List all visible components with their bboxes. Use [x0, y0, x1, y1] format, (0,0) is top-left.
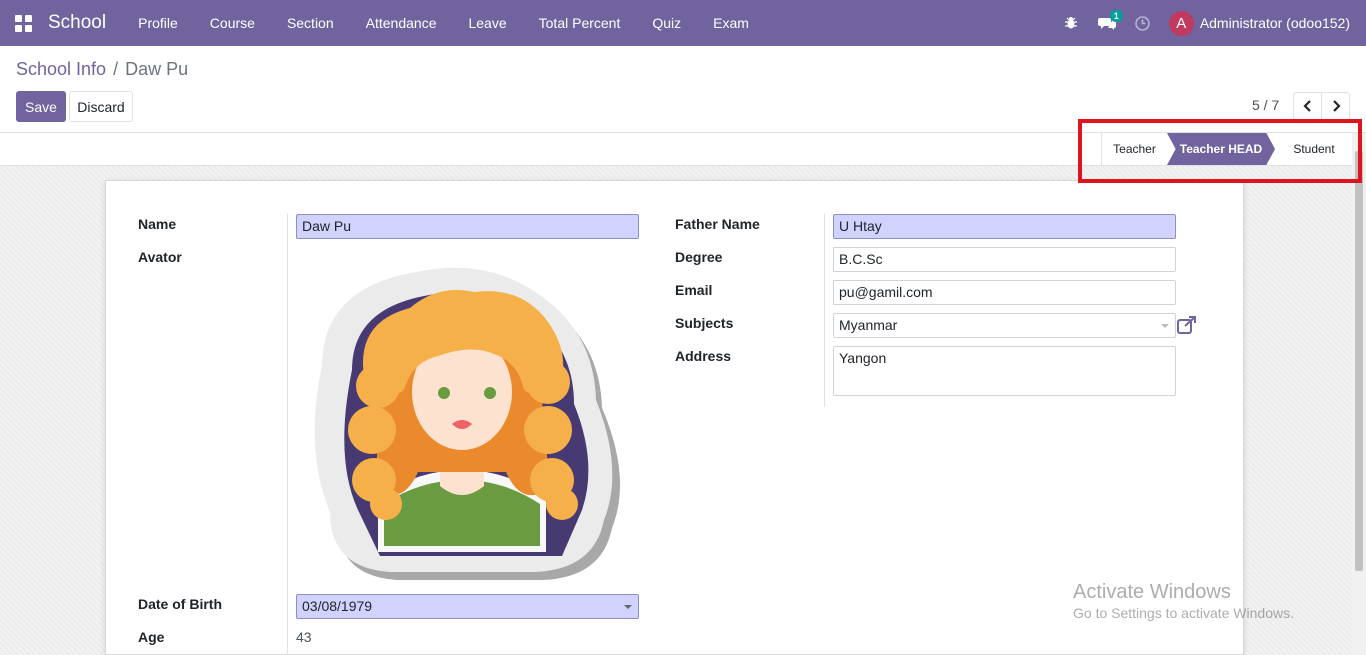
- dropdown-caret-icon: [624, 605, 632, 609]
- menu-section[interactable]: Section: [271, 0, 350, 46]
- address-textarea[interactable]: Yangon: [833, 346, 1176, 396]
- email-label: Email: [675, 282, 713, 298]
- subjects-label: Subjects: [675, 315, 734, 331]
- address-label: Address: [675, 348, 732, 364]
- menu-course[interactable]: Course: [194, 0, 271, 46]
- menu-exam[interactable]: Exam: [697, 0, 765, 46]
- breadcrumb-parent-link[interactable]: School Info: [16, 59, 106, 79]
- right-group-separator: [824, 214, 825, 407]
- user-avatar: A: [1168, 10, 1194, 36]
- breadcrumb-separator: /: [113, 59, 119, 79]
- messages-icon[interactable]: 1: [1089, 0, 1125, 46]
- subjects-value: Myanmar: [839, 317, 898, 333]
- messages-count-badge: 1: [1109, 10, 1123, 22]
- user-menu[interactable]: A Administrator (odoo152): [1161, 10, 1366, 36]
- name-field[interactable]: Daw Pu: [296, 214, 639, 239]
- dob-value: 03/08/1979: [302, 598, 373, 614]
- email-field[interactable]: pu@gamil.com: [833, 280, 1176, 305]
- vertical-scrollbar[interactable]: [1352, 133, 1366, 655]
- chevron-left-icon: [1302, 100, 1311, 112]
- pager-next-button[interactable]: [1321, 92, 1350, 120]
- dob-field[interactable]: 03/08/1979: [296, 594, 639, 619]
- pager-value[interactable]: 5 / 7: [1252, 97, 1279, 113]
- menu-leave[interactable]: Leave: [452, 0, 522, 46]
- degree-label: Degree: [675, 249, 723, 265]
- debug-bug-icon[interactable]: [1053, 0, 1089, 46]
- avatar-image[interactable]: [312, 258, 632, 584]
- menu-quiz[interactable]: Quiz: [636, 0, 697, 46]
- top-navbar: School Profile Course Section Attendance…: [0, 0, 1366, 46]
- statusbar-highlight-annotation: [1078, 119, 1362, 183]
- scrollbar-thumb[interactable]: [1355, 151, 1363, 571]
- external-link-icon[interactable]: [1176, 315, 1198, 335]
- activity-clock-icon[interactable]: [1125, 0, 1161, 46]
- pager-previous-button[interactable]: [1293, 92, 1322, 120]
- user-name: Administrator (odoo152): [1199, 15, 1350, 31]
- menu-profile[interactable]: Profile: [122, 0, 194, 46]
- subjects-select[interactable]: Myanmar: [833, 313, 1176, 338]
- avatar-label: Avator: [138, 249, 182, 265]
- menu-attendance[interactable]: Attendance: [350, 0, 453, 46]
- dropdown-caret-icon: [1161, 324, 1169, 328]
- dob-label: Date of Birth: [138, 596, 222, 612]
- left-group-separator: [287, 214, 288, 655]
- name-label: Name: [138, 216, 177, 232]
- breadcrumb: School Info / Daw Pu: [16, 59, 188, 80]
- father-name-label: Father Name: [675, 216, 760, 232]
- degree-field[interactable]: B.C.Sc: [833, 247, 1176, 272]
- father-name-field[interactable]: U Htay: [833, 214, 1176, 239]
- age-label: Age: [138, 629, 165, 645]
- chevron-right-icon: [1332, 100, 1341, 112]
- discard-button[interactable]: Discard: [69, 91, 133, 122]
- activate-windows-subtitle: Go to Settings to activate Windows.: [1073, 605, 1294, 621]
- apps-menu-icon[interactable]: [0, 0, 46, 46]
- activate-windows-title: Activate Windows: [1073, 581, 1231, 603]
- menu-total-percent[interactable]: Total Percent: [523, 0, 637, 46]
- app-brand[interactable]: School: [48, 12, 106, 34]
- age-value: 43: [296, 629, 312, 645]
- breadcrumb-current: Daw Pu: [125, 59, 189, 79]
- save-button[interactable]: Save: [16, 91, 66, 122]
